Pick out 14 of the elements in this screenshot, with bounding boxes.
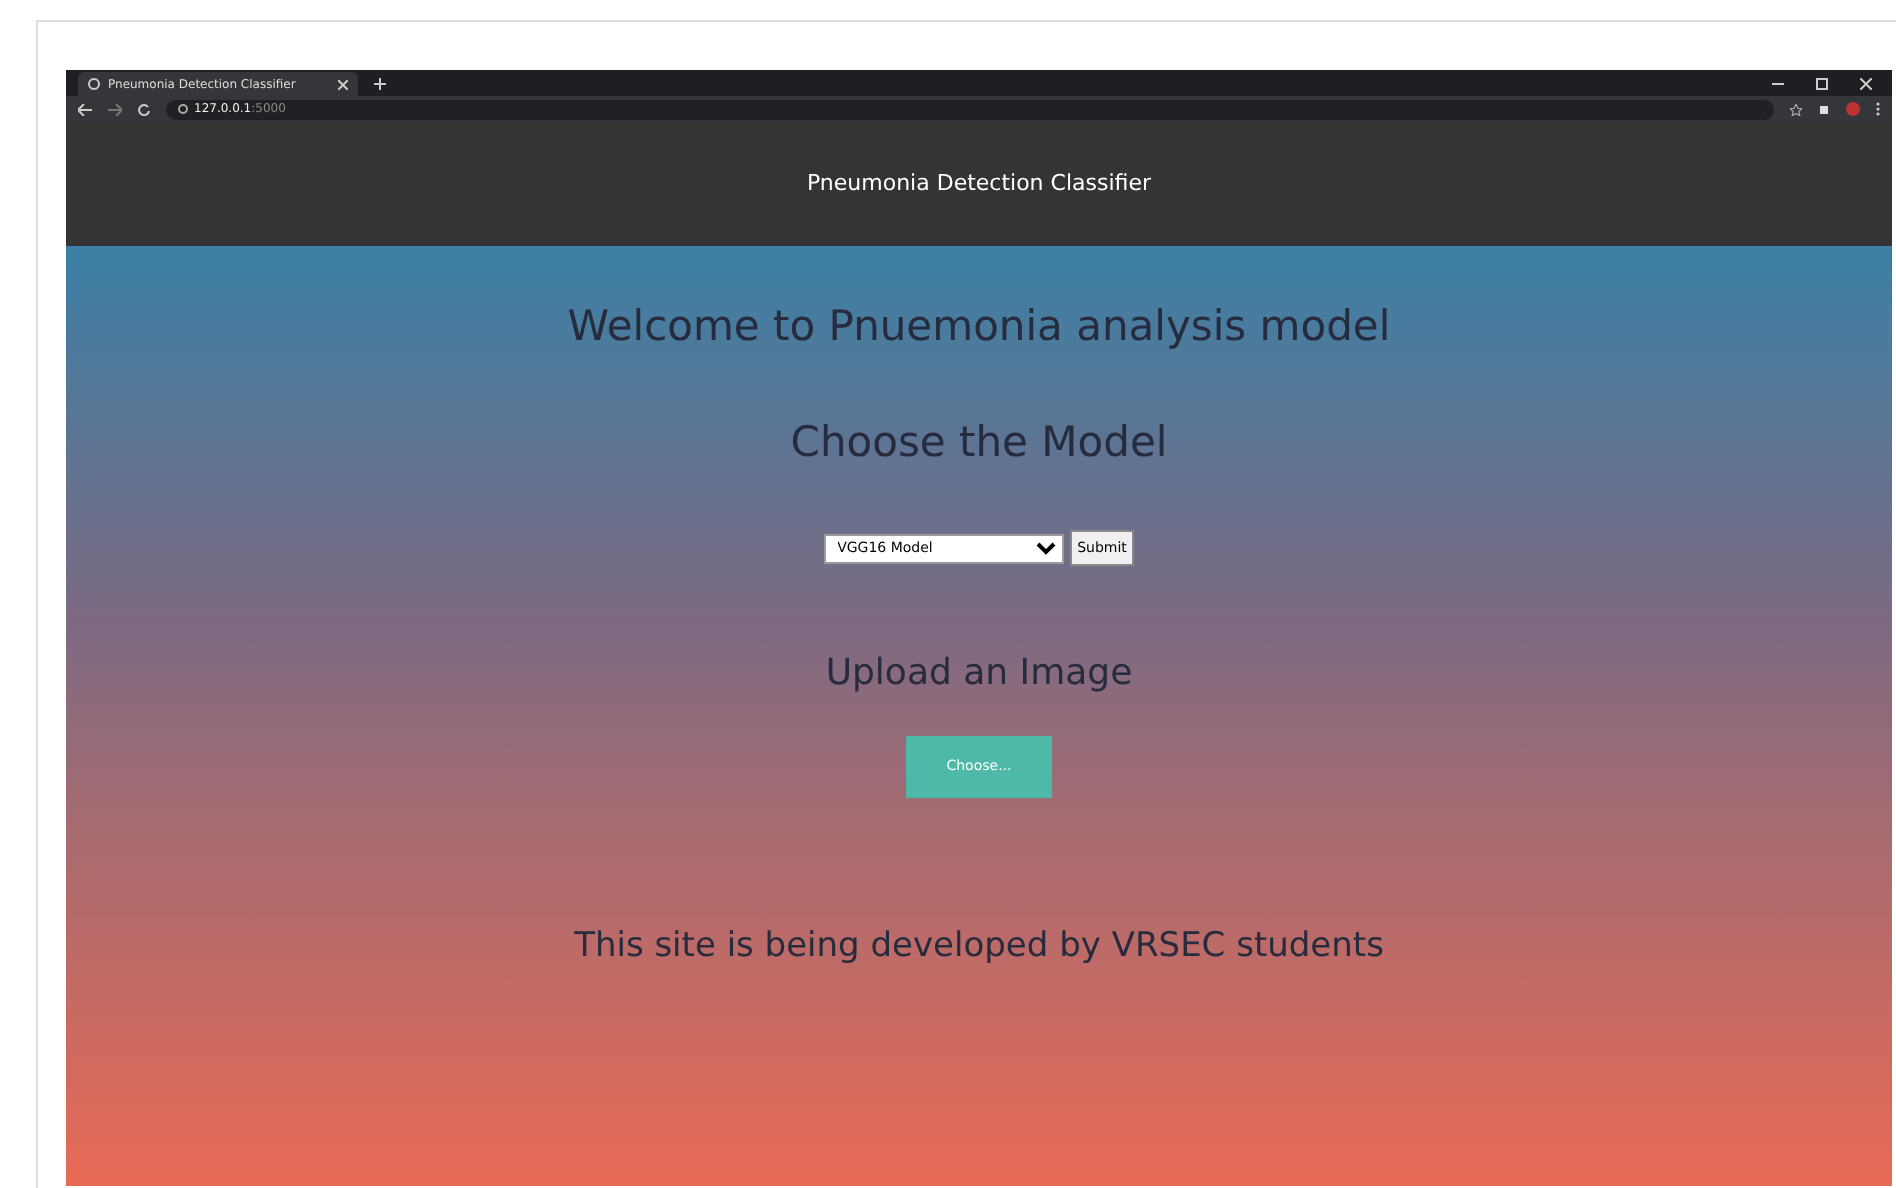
star-icon[interactable]	[1790, 103, 1802, 115]
reload-icon[interactable]	[138, 103, 150, 115]
footer-text: This site is being developed by VRSEC students	[574, 924, 1384, 970]
choose-model-heading: Choose the Model	[790, 415, 1168, 469]
close-icon[interactable]	[338, 79, 348, 89]
site-title: Pneumonia Detection Classifier	[806, 167, 1151, 200]
welcome-heading: Welcome to Pnuemonia analysis model	[567, 300, 1391, 354]
maximize-icon[interactable]	[1816, 78, 1828, 90]
new-tab-icon[interactable]	[374, 78, 386, 90]
close-icon[interactable]	[1860, 78, 1872, 90]
minimize-icon[interactable]	[1772, 78, 1784, 90]
upload-heading: Upload an Image	[825, 650, 1133, 698]
back-icon[interactable]	[78, 103, 92, 115]
forward-icon[interactable]	[108, 103, 122, 115]
